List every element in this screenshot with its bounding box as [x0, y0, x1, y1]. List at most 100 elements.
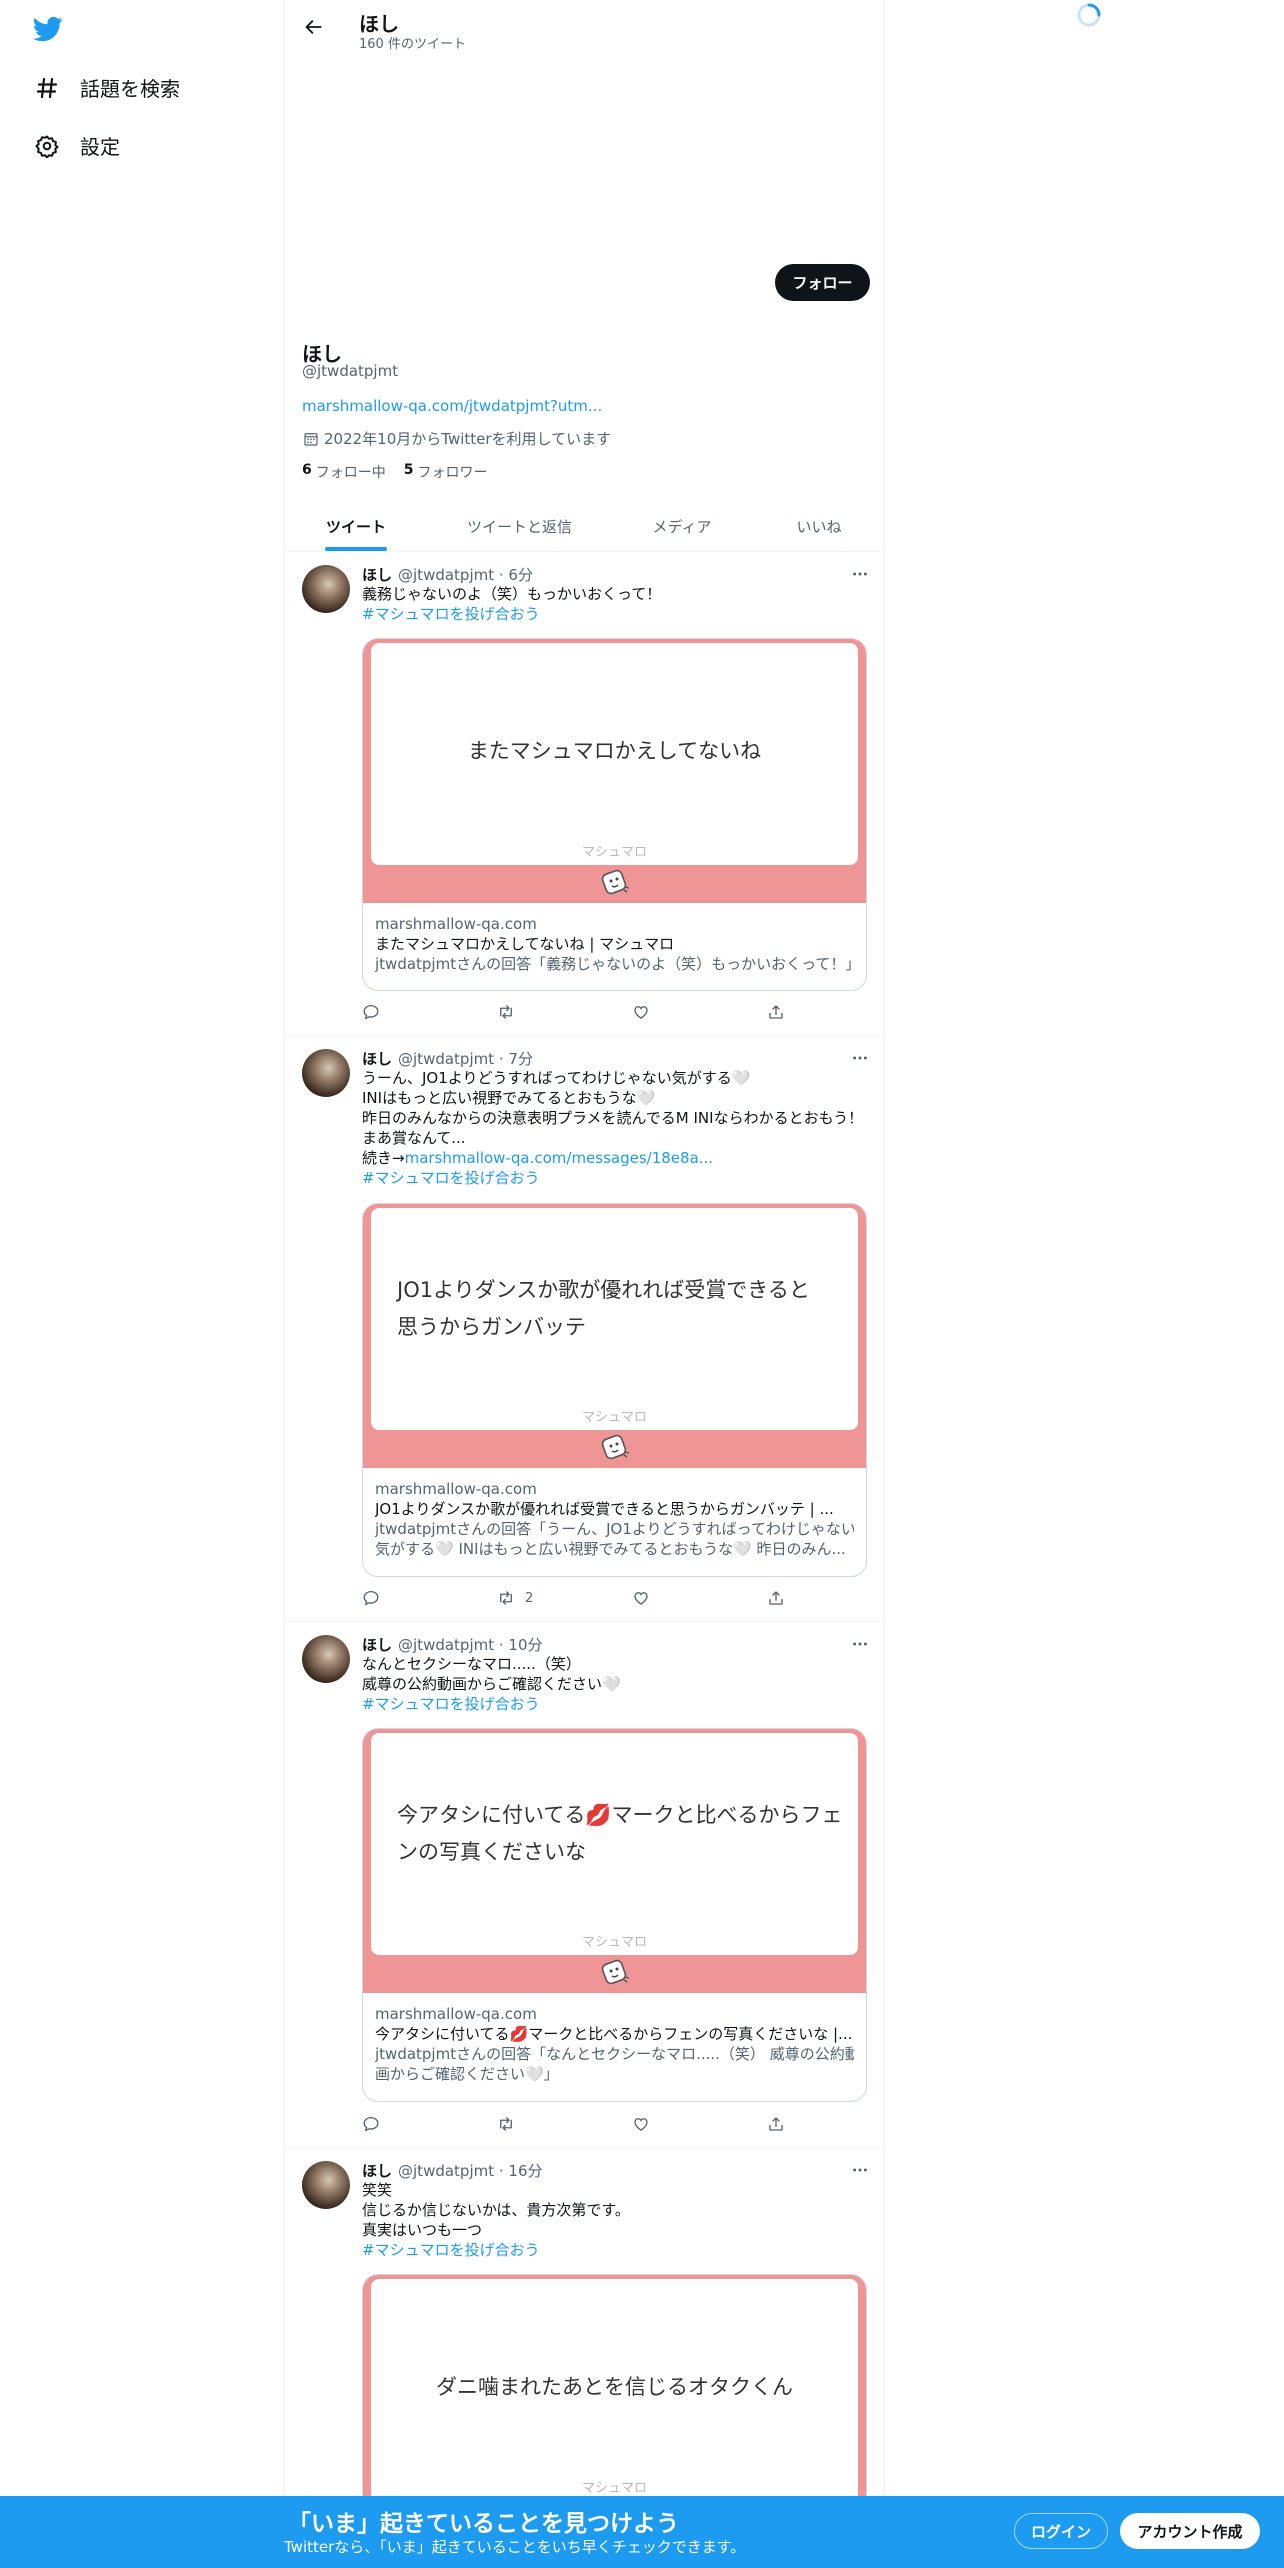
- profile-link[interactable]: marshmallow-qa.com/jtwdatpjmt?utm...: [302, 397, 602, 415]
- more-link[interactable]: marshmallow-qa.com/messages/18e8a...: [405, 1149, 714, 1167]
- tweet[interactable]: ほし @jtwdatpjmt · 6分 義務じゃないのよ（笑）もっかいおくって！…: [285, 552, 884, 1036]
- card-domain: marshmallow-qa.com: [375, 1480, 537, 1498]
- more-options-icon[interactable]: [850, 564, 870, 584]
- tab-tweets-replies[interactable]: ツイートと返信: [427, 500, 612, 552]
- reply-button[interactable]: [362, 1588, 380, 1608]
- card-meta: marshmallow-qa.com 今アタシに付いてる💋マークと比べるからフェ…: [363, 1993, 866, 2084]
- link-card[interactable]: ダニ噛まれたあとを信じるオタクくん マシュマロ: [362, 2274, 867, 2496]
- tab-tweets[interactable]: ツイート: [285, 500, 427, 552]
- retweet-button[interactable]: [497, 2114, 525, 2134]
- header-tweet-count: 160 件のツイート: [359, 37, 466, 52]
- card-brand: マシュマロ: [581, 1935, 647, 1950]
- avatar[interactable]: [302, 1635, 350, 1683]
- retweet-button[interactable]: [497, 1002, 525, 1022]
- heart-icon: [632, 1003, 650, 1021]
- share-icon: [767, 1003, 785, 1021]
- tweet-meta: @jtwdatpjmt · 16分: [398, 2162, 543, 2180]
- create-account-button[interactable]: アカウント作成: [1120, 2513, 1260, 2549]
- like-button[interactable]: [632, 1002, 650, 1022]
- more-options-icon[interactable]: [850, 1048, 870, 1068]
- card-brand: マシュマロ: [581, 2481, 647, 2496]
- tweet-author-name[interactable]: ほし: [362, 564, 392, 585]
- retweet-button[interactable]: 2: [497, 1588, 533, 1608]
- retweet-count: 2: [525, 1590, 534, 1606]
- tweet[interactable]: ほし @jtwdatpjmt · 10分 なんとセクシーなマロ.....（笑） …: [285, 1622, 884, 2148]
- following-link[interactable]: 6 フォロー中: [302, 462, 386, 482]
- more-prefix: 続き→: [362, 1149, 405, 1167]
- tweet-hashtag[interactable]: #マシュマロを投げ合おう: [362, 2240, 630, 2260]
- profile-joined: 2022年10月からTwitterを利用しています: [302, 428, 611, 449]
- tweet-text-line: INIはもっと広い視野でみてるとおもうな🤍: [362, 1089, 656, 1107]
- signup-bar-title: 「いま」起きていることを見つけよう: [288, 2511, 679, 2537]
- twitter-logo-icon[interactable]: [32, 14, 63, 44]
- followers-link[interactable]: 5 フォロワー: [404, 462, 488, 482]
- reply-button[interactable]: [362, 1002, 380, 1022]
- card-description: 画からご確認ください🤍」: [375, 2065, 559, 2083]
- marshmallow-mascot-icon: [598, 866, 632, 900]
- tweet-meta: @jtwdatpjmt · 7分: [398, 1050, 533, 1068]
- share-button[interactable]: [767, 1588, 785, 1608]
- card-title: 今アタシに付いてる💋マークと比べるからフェンの写真くださいな |...: [375, 2025, 853, 2043]
- more-options-icon[interactable]: [850, 1634, 870, 1654]
- tweet-header: ほし @jtwdatpjmt · 6分: [362, 564, 533, 585]
- nav-explore[interactable]: 話題を検索: [34, 73, 180, 102]
- card-image: またマシュマロかえしてないね マシュマロ: [363, 639, 866, 903]
- share-button[interactable]: [767, 1002, 785, 1022]
- tweet[interactable]: ほし @jtwdatpjmt · 16分 笑笑 信じるか信じないかは、貴方次第で…: [285, 2148, 884, 2496]
- avatar[interactable]: [302, 1049, 350, 1097]
- tweet-header: ほし @jtwdatpjmt · 10分: [362, 1634, 543, 1655]
- tweet-author-name[interactable]: ほし: [362, 1048, 392, 1069]
- card-description: 気がする🤍 INIはもっと広い視野でみてるとおもうな🤍 昨日のみん...: [375, 1540, 846, 1558]
- link-card[interactable]: 今アタシに付いてる💋マークと比べるからフェ ンの写真くださいな マシュマロ ma…: [362, 1728, 867, 2102]
- followers-count: 5: [403, 462, 414, 478]
- link-card[interactable]: JO1よりダンスか歌が優れれば受賞できると 思うからガンバッテ マシュマロ ma…: [362, 1203, 867, 1577]
- retweet-icon: [497, 1003, 515, 1021]
- tweet-text-line: 真実はいつも一つ: [362, 2221, 483, 2239]
- avatar[interactable]: [302, 565, 350, 613]
- tab-likes[interactable]: いいね: [752, 500, 886, 552]
- follow-button[interactable]: フォロー: [775, 264, 870, 301]
- reply-button[interactable]: [362, 2114, 380, 2134]
- heart-icon: [632, 2115, 650, 2133]
- card-question-line: ンの写真くださいな: [397, 1840, 586, 1864]
- card-brand: マシュマロ: [581, 1410, 647, 1425]
- profile-follow-stats: 6 フォロー中 5 フォロワー: [302, 462, 506, 482]
- tweet-hashtag[interactable]: #マシュマロを投げ合おう: [362, 604, 661, 624]
- tweet-text-line: うーん、JO1よりどうすればってわけじゃない気がする🤍: [362, 1069, 751, 1087]
- profile-header: ほし 160 件のツイート: [285, 0, 884, 53]
- more-options-icon[interactable]: [850, 2160, 870, 2180]
- tab-media[interactable]: メディア: [612, 500, 752, 552]
- card-title: JO1よりダンスか歌が優れれば受賞できると思うからガンバッテ | ...: [375, 1500, 834, 1518]
- card-image-panel: JO1よりダンスか歌が優れれば受賞できると 思うからガンバッテ マシュマロ: [371, 1208, 858, 1430]
- link-card[interactable]: またマシュマロかえしてないね マシュマロ marshmallow-qa.com …: [362, 638, 867, 991]
- avatar[interactable]: [302, 2161, 350, 2209]
- tweet-meta: @jtwdatpjmt · 10分: [398, 1636, 543, 1654]
- back-arrow-icon[interactable]: [301, 14, 327, 40]
- followers-label: フォロワー: [417, 465, 488, 481]
- tweet-author-name[interactable]: ほし: [362, 2160, 392, 2181]
- tweet-text: 笑笑 信じるか信じないかは、貴方次第です。 真実はいつも一つ #マシュマロを投げ…: [362, 2180, 630, 2260]
- tweet-header: ほし @jtwdatpjmt · 7分: [362, 1048, 533, 1069]
- reply-icon: [362, 1003, 380, 1021]
- profile-handle: @jtwdatpjmt: [302, 362, 399, 380]
- card-image: ダニ噛まれたあとを信じるオタクくん マシュマロ: [363, 2275, 866, 2496]
- card-image-panel: またマシュマロかえしてないね マシュマロ: [371, 643, 858, 865]
- nav-settings[interactable]: 設定: [34, 131, 120, 160]
- marshmallow-mascot-icon: [598, 1956, 632, 1990]
- tweet-actions: [362, 1002, 802, 1022]
- tweet-hashtag[interactable]: #マシュマロを投げ合おう: [362, 1694, 621, 1714]
- tweet-hashtag[interactable]: #マシュマロを投げ合おう: [362, 1168, 863, 1188]
- tweet-header: ほし @jtwdatpjmt · 16分: [362, 2160, 543, 2181]
- tweet-author-name[interactable]: ほし: [362, 1634, 392, 1655]
- tweet-text: 義務じゃないのよ（笑）もっかいおくって！ #マシュマロを投げ合おう: [362, 584, 661, 624]
- share-icon: [767, 2115, 785, 2133]
- share-button[interactable]: [767, 2114, 785, 2134]
- card-question-line: 思うからガンバッテ: [397, 1315, 586, 1339]
- like-button[interactable]: [632, 2114, 650, 2134]
- card-description: jtwdatpjmtさんの回答「なんとセクシーなマロ.....（笑） 威尊の公約…: [375, 2045, 854, 2063]
- tweet[interactable]: ほし @jtwdatpjmt · 7分 うーん、JO1よりどうすればってわけじゃ…: [285, 1036, 884, 1622]
- tweet-text: なんとセクシーなマロ.....（笑） 威尊の公約動画からご確認ください🤍 #マシ…: [362, 1654, 621, 1714]
- like-button[interactable]: [632, 1588, 650, 1608]
- left-nav: 話題を検索 設定: [0, 0, 284, 2568]
- login-button[interactable]: ログイン: [1014, 2513, 1108, 2549]
